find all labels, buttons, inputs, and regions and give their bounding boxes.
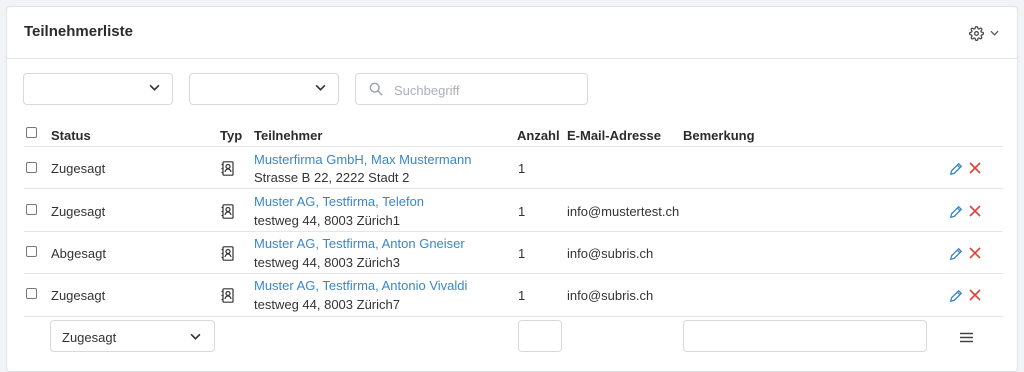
new-status-select[interactable]: Zugesagt [50, 320, 215, 352]
delete-x-icon[interactable] [969, 205, 981, 217]
row-status: Zugesagt [51, 204, 106, 219]
divider [24, 146, 1003, 147]
row-status: Zugesagt [51, 288, 106, 303]
delete-x-icon[interactable] [969, 162, 981, 174]
row-status: Abgesagt [51, 246, 106, 261]
column-header-email[interactable]: E-Mail-Adresse [567, 128, 661, 143]
row-checkbox[interactable] [26, 204, 37, 215]
divider [24, 231, 1003, 232]
column-header-teilnehmer[interactable]: Teilnehmer [254, 128, 322, 143]
row-email: info@mustertest.ch [567, 204, 680, 219]
row-email: info@subris.ch [567, 288, 654, 303]
search-input[interactable] [392, 74, 586, 106]
settings-menu-button[interactable] [969, 25, 999, 41]
divider [24, 188, 1003, 189]
chevron-down-icon [990, 30, 999, 36]
column-header-anzahl[interactable]: Anzahl [517, 128, 560, 143]
row-anzahl: 1 [518, 246, 526, 261]
contact-card-icon [221, 204, 234, 219]
column-header-typ[interactable]: Typ [220, 128, 242, 143]
participant-address: testweg 44, 8003 Zürich1 [254, 213, 400, 228]
filter-select-2[interactable] [189, 73, 339, 105]
new-anzahl-input[interactable] [518, 320, 562, 352]
participant-address: testweg 44, 8003 Zürich7 [254, 297, 400, 312]
edit-pencil-icon[interactable] [949, 247, 963, 261]
gear-icon [969, 25, 984, 41]
filter-select-1[interactable] [23, 73, 173, 105]
chevron-down-icon [190, 333, 201, 340]
contact-card-icon [221, 161, 234, 176]
divider [24, 316, 1003, 317]
row-checkbox[interactable] [26, 162, 37, 173]
participant-address: testweg 44, 8003 Zürich3 [254, 255, 400, 270]
search-box [355, 73, 588, 106]
edit-pencil-icon[interactable] [949, 205, 963, 219]
row-checkbox[interactable] [26, 246, 37, 257]
row-email: info@subris.ch [567, 246, 654, 261]
edit-pencil-icon[interactable] [949, 289, 963, 303]
select-all-checkbox[interactable] [26, 127, 37, 138]
participants-panel: Teilnehmerliste Status Typ Teilnehmer An… [6, 6, 1018, 372]
participant-link[interactable]: Muster AG, Testfirma, Antonio Vivaldi [254, 278, 467, 293]
panel-header: Teilnehmerliste [7, 7, 1017, 59]
row-anzahl: 1 [518, 161, 526, 176]
contact-card-icon [221, 288, 234, 303]
participant-link[interactable]: Muster AG, Testfirma, Telefon [254, 194, 424, 209]
participant-address: Strasse B 22, 2222 Stadt 2 [254, 170, 410, 185]
chevron-down-icon [149, 84, 160, 91]
column-header-status[interactable]: Status [51, 128, 91, 143]
contact-card-icon [221, 246, 234, 261]
row-anzahl: 1 [518, 288, 526, 303]
row-anzahl: 1 [518, 204, 526, 219]
row-status: Zugesagt [51, 161, 106, 176]
participant-link[interactable]: Musterfirma GmbH, Max Mustermann [254, 152, 471, 167]
new-bemerkung-input[interactable] [683, 320, 927, 352]
participant-link[interactable]: Muster AG, Testfirma, Anton Gneiser [254, 236, 465, 251]
edit-pencil-icon[interactable] [949, 162, 963, 176]
hamburger-menu-icon[interactable] [960, 332, 973, 343]
row-checkbox[interactable] [26, 288, 37, 299]
delete-x-icon[interactable] [969, 289, 981, 301]
panel-title: Teilnehmerliste [24, 23, 133, 40]
chevron-down-icon [315, 84, 326, 91]
search-icon [369, 82, 383, 96]
new-status-select-value: Zugesagt [62, 330, 117, 345]
divider [24, 273, 1003, 274]
column-header-bemerkung[interactable]: Bemerkung [683, 128, 755, 143]
delete-x-icon[interactable] [969, 247, 981, 259]
